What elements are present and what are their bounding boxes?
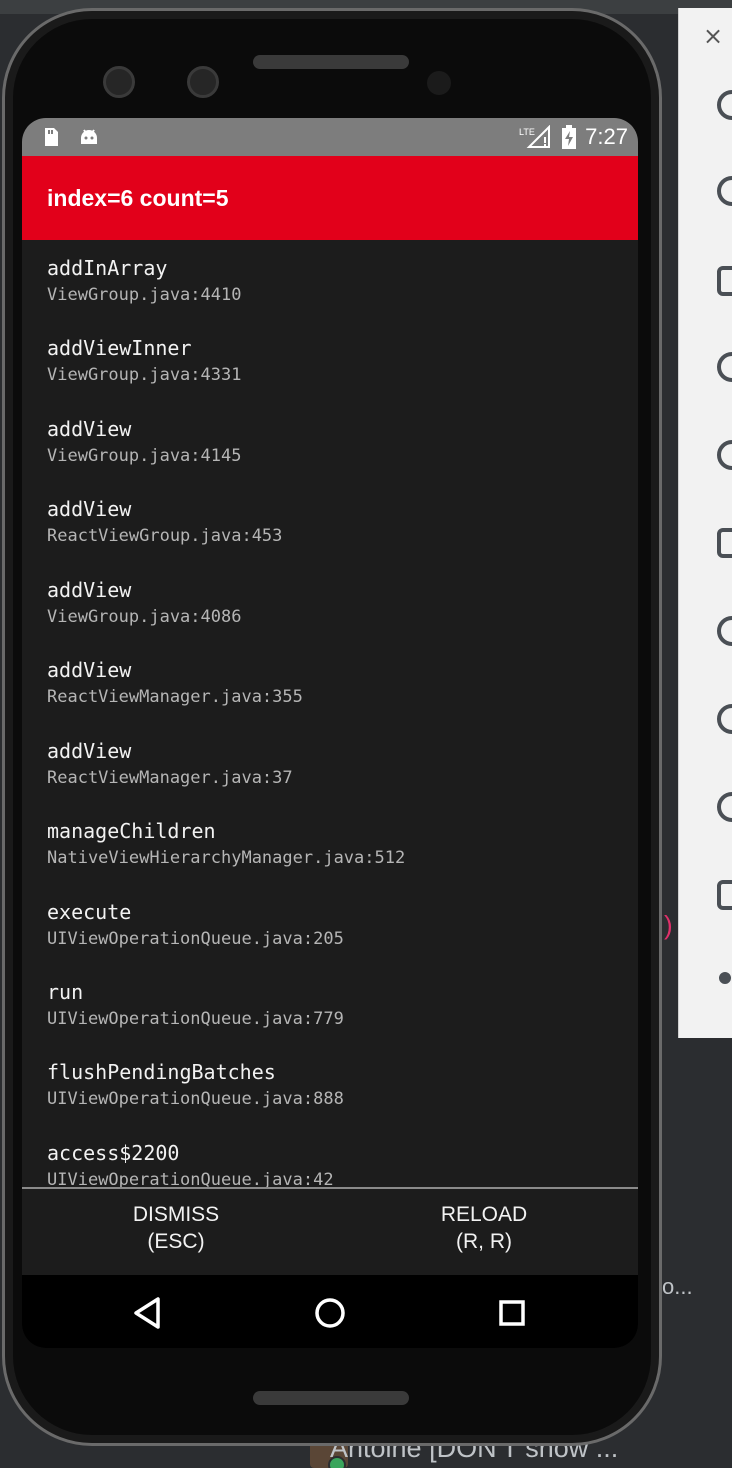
frame-method-name: addInArray [47,256,168,280]
earpiece-speaker [253,55,409,69]
frame-file-location: ReactViewGroup.java:453 [47,526,283,546]
frame-file-location: ViewGroup.java:4145 [47,446,242,466]
stack-frame[interactable]: flushPendingBatches UIViewOperationQueue… [47,1058,627,1112]
close-icon[interactable]: × [703,22,723,50]
frame-method-name: addView [47,739,132,763]
home-circle-icon[interactable] [310,1293,350,1333]
volume-down-icon[interactable] [717,266,732,296]
camera-icon[interactable] [717,528,732,558]
emulator-toolbar: × [678,8,732,1038]
dismiss-shortcut: (ESC) [147,1230,205,1253]
frame-method-name: addView [47,417,132,441]
volume-up-icon[interactable] [717,176,732,206]
redbox-footer: DISMISS (ESC) RELOAD (R, R) [22,1189,638,1275]
frame-file-location: ViewGroup.java:4086 [47,607,242,627]
network-type-label: LTE [519,127,535,137]
frame-method-name: access$2200 [47,1141,180,1165]
status-time: 7:27 [585,124,628,149]
stack-trace-list[interactable]: addInArray ViewGroup.java:4410 addViewIn… [22,240,638,1187]
stack-frame[interactable]: addView ReactViewManager.java:355 [47,656,627,710]
frame-file-location: ViewGroup.java:4331 [47,365,242,385]
frame-method-name: addView [47,658,132,682]
zoom-icon[interactable] [717,616,732,646]
stack-frame[interactable]: addInArray ViewGroup.java:4410 [47,254,627,308]
lte-signal-icon: LTE [519,125,551,148]
frame-method-name: execute [47,900,132,924]
proximity-sensor [427,71,451,95]
stack-frame[interactable]: addViewInner ViewGroup.java:4331 [47,334,627,388]
sd-card-icon [45,128,58,146]
stack-frame[interactable]: run UIViewOperationQueue.java:779 [47,978,627,1032]
bottom-speaker [253,1391,409,1405]
dismiss-label: DISMISS [132,1203,220,1226]
android-nav-bar [22,1275,638,1348]
frame-method-name: run [47,980,84,1004]
stack-frame[interactable]: addView ViewGroup.java:4145 [47,415,627,469]
rotate-left-icon[interactable] [717,352,732,382]
stack-frame[interactable]: access$2200 UIViewOperationQueue.java:42 [47,1139,627,1187]
home-icon[interactable] [717,792,732,822]
front-camera-secondary [187,66,219,98]
reload-shortcut: (R, R) [456,1230,512,1253]
error-message: index=6 count=5 [47,184,229,211]
frame-file-location: UIViewOperationQueue.java:42 [47,1170,334,1187]
frame-method-name: addView [47,578,132,602]
redbox-header: index=6 count=5 [22,156,638,240]
frame-file-location: UIViewOperationQueue.java:779 [47,1009,344,1029]
frame-file-location: ReactViewManager.java:355 [47,687,303,707]
front-camera [103,66,135,98]
frame-method-name: addViewInner [47,336,192,360]
back-triangle-icon[interactable] [128,1293,168,1333]
frame-method-name: addView [47,497,132,521]
frame-file-location: UIViewOperationQueue.java:205 [47,929,344,949]
android-debug-icon [81,129,97,144]
status-bar: LTE 7:27 [22,118,638,156]
background-truncated-text: o... [662,1274,693,1299]
battery-charging-icon [562,125,577,149]
phone-screen: LTE 7:27 index=6 count=5 addInArray View… [22,118,638,1348]
stack-frame[interactable]: addView ViewGroup.java:4086 [47,576,627,630]
power-icon[interactable] [717,90,732,120]
stack-frame[interactable]: addView ReactViewManager.java:37 [47,737,627,791]
frame-method-name: flushPendingBatches [47,1060,276,1084]
stack-frame[interactable]: execute UIViewOperationQueue.java:205 [47,898,627,952]
back-icon[interactable] [717,704,732,734]
overview-icon[interactable] [717,880,732,910]
stack-frame[interactable]: addView ReactViewGroup.java:453 [47,495,627,549]
frame-file-location: ViewGroup.java:4410 [47,285,242,305]
more-icon[interactable] [719,972,731,984]
background-code-fragment: ) [664,910,673,940]
dismiss-button[interactable]: DISMISS (ESC) [76,1201,276,1255]
frame-file-location: ReactViewManager.java:37 [47,768,293,788]
frame-file-location: UIViewOperationQueue.java:888 [47,1089,344,1109]
stack-frame[interactable]: manageChildren NativeViewHierarchyManage… [47,817,627,871]
reload-button[interactable]: RELOAD (R, R) [384,1201,584,1255]
reload-label: RELOAD [440,1203,528,1226]
recents-square-icon[interactable] [492,1293,532,1333]
frame-method-name: manageChildren [47,819,216,843]
frame-file-location: NativeViewHierarchyManager.java:512 [47,848,406,868]
rotate-right-icon[interactable] [717,440,732,470]
